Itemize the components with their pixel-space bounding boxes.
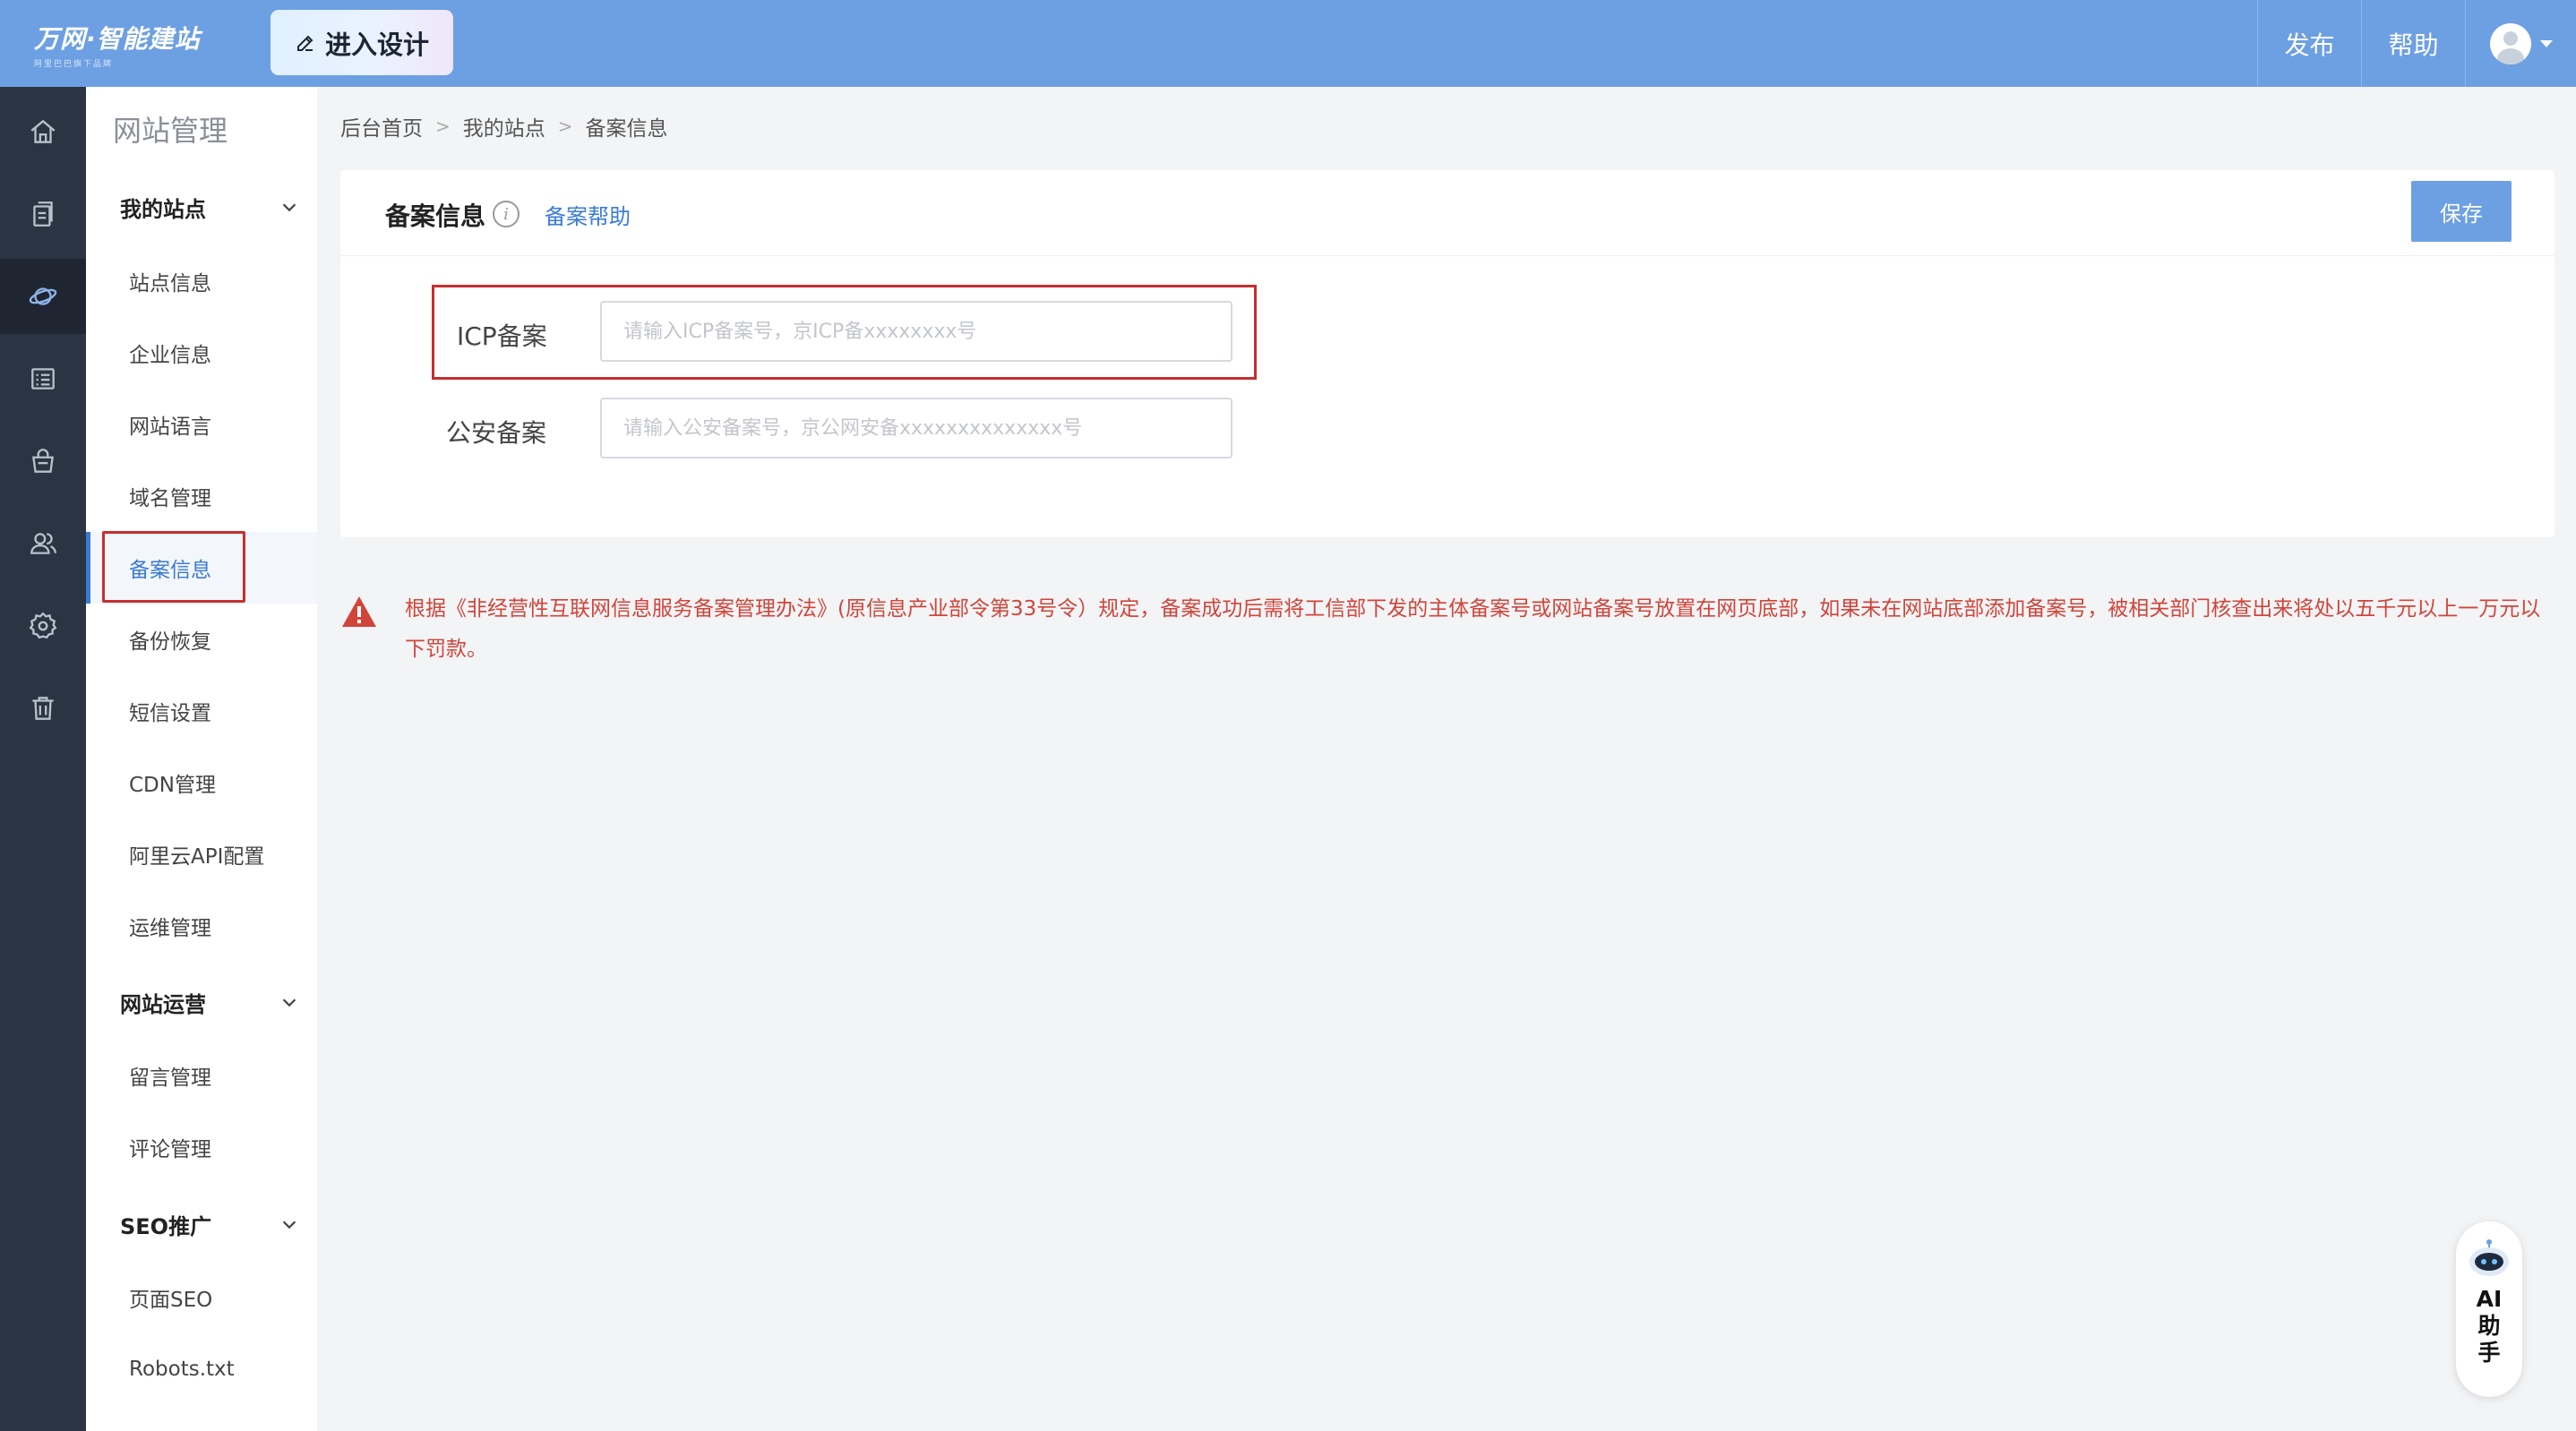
ai-assistant-label: AI 助 手 <box>2477 1286 2503 1367</box>
sidebar-item-domain[interactable]: 域名管理 <box>86 460 317 532</box>
top-bar: 万网·智能建站 阿里巴巴旗下品牌 进入设计 发布 帮助 <box>0 0 2576 87</box>
sidebar-item-aliyun-api[interactable]: 阿里云API配置 <box>86 818 317 890</box>
help-button[interactable]: 帮助 <box>2361 0 2465 87</box>
sidebar-item-label: CDN管理 <box>129 774 216 797</box>
chevron-right-icon: > <box>557 116 573 137</box>
enter-design-button[interactable]: 进入设计 <box>270 10 453 75</box>
sidebar-group-operations[interactable]: 网站运营 <box>120 982 299 1022</box>
sidebar-item-label: 页面SEO <box>129 1289 213 1312</box>
users-icon <box>30 533 56 554</box>
sidebar-item-label: 留言管理 <box>129 1067 211 1090</box>
breadcrumb-current: 备案信息 <box>585 117 668 141</box>
chevron-right-icon: > <box>435 116 451 137</box>
rail-shop[interactable] <box>0 424 86 499</box>
notice-text: 根据《非经营性互联网信息服务备案管理办法》(原信息产业部令第33号令）规定，备案… <box>405 597 2541 661</box>
sidebar-item-sms[interactable]: 短信设置 <box>86 675 317 747</box>
logo[interactable]: 万网·智能建站 阿里巴巴旗下品牌 <box>34 20 201 69</box>
gear-icon <box>29 612 57 639</box>
logo-subtext: 阿里巴巴旗下品牌 <box>34 60 114 69</box>
user-menu[interactable] <box>2465 0 2576 87</box>
chevron-down-icon <box>282 203 296 212</box>
breadcrumb-my-site[interactable]: 我的站点 <box>463 111 545 141</box>
breadcrumb-home[interactable]: 后台首页 <box>340 111 423 141</box>
pencil-icon <box>296 35 313 51</box>
pages-icon <box>33 201 53 227</box>
sidebar-item-robots[interactable]: Robots.txt <box>86 1333 317 1405</box>
warning-icon <box>342 596 376 627</box>
rail-home[interactable] <box>0 94 86 169</box>
rail-site[interactable] <box>0 259 86 334</box>
sidebar-group-label: SEO推广 <box>120 1213 212 1239</box>
ai-label-line: 手 <box>2477 1340 2501 1366</box>
info-icon[interactable]: i <box>493 201 519 227</box>
sidebar-title: 网站管理 <box>113 114 228 148</box>
sidebar-group-label: 我的站点 <box>120 196 206 222</box>
police-record-input[interactable] <box>600 398 1232 458</box>
chevron-down-icon <box>282 998 296 1007</box>
home-icon <box>30 119 56 143</box>
caret-down-icon <box>2539 39 2553 47</box>
sidebar-item-backup[interactable]: 备份恢复 <box>86 604 317 675</box>
sidebar-item-messages[interactable]: 留言管理 <box>86 1040 317 1111</box>
sidebar-item-cdn[interactable]: CDN管理 <box>86 747 317 818</box>
record-help-link[interactable]: 备案帮助 <box>545 199 631 230</box>
card-title: 备案信息 <box>385 201 486 231</box>
sidebar-item-label: 备案信息 <box>129 559 211 582</box>
rail-settings[interactable] <box>0 588 86 664</box>
publish-button[interactable]: 发布 <box>2257 0 2361 87</box>
icp-record-card: 备案信息 i 备案帮助 保存 ICP备案 公安备案 <box>340 170 2555 537</box>
sidebar: 网站管理 我的站点 站点信息 企业信息 网站语言 域名管理 备案信息 备份恢复 … <box>86 87 317 1431</box>
sidebar-group-seo[interactable]: SEO推广 <box>120 1204 299 1244</box>
icon-rail <box>0 87 86 1431</box>
rail-pages[interactable] <box>0 176 86 252</box>
sidebar-group-my-site[interactable]: 我的站点 <box>120 187 299 227</box>
ai-assistant-button[interactable]: AI 助 手 <box>2456 1221 2522 1397</box>
sidebar-item-comments[interactable]: 评论管理 <box>86 1111 317 1183</box>
rail-trash[interactable] <box>0 671 86 746</box>
avatar <box>2489 22 2531 64</box>
sidebar-item-label: 评论管理 <box>129 1138 211 1161</box>
trash-icon <box>32 697 54 720</box>
top-right-actions: 发布 帮助 <box>2257 0 2576 87</box>
sidebar-item-icp-record[interactable]: 备案信息 <box>86 532 317 604</box>
save-button[interactable]: 保存 <box>2411 181 2512 242</box>
sidebar-item-label: 阿里云API配置 <box>129 845 265 869</box>
card-header: 备案信息 i 备案帮助 保存 <box>340 170 2555 256</box>
list-icon <box>31 368 55 390</box>
rail-users[interactable] <box>0 506 86 581</box>
sidebar-item-label: Robots.txt <box>129 1358 235 1381</box>
sidebar-item-company-info[interactable]: 企业信息 <box>86 317 317 389</box>
sidebar-item-label: 站点信息 <box>129 272 211 296</box>
rail-list[interactable] <box>0 341 86 416</box>
legal-notice: 根据《非经营性互联网信息服务备案管理办法》(原信息产业部令第33号令）规定，备案… <box>340 595 2555 670</box>
robot-icon <box>2469 1239 2509 1276</box>
logo-text: 万网·智能建站 <box>34 24 201 54</box>
sidebar-item-label: 备份恢复 <box>129 630 211 654</box>
planet-icon <box>29 287 57 305</box>
ai-label-line: 助 <box>2477 1313 2501 1339</box>
icp-label: ICP备案 <box>457 321 547 351</box>
chevron-down-icon <box>282 1221 296 1230</box>
shop-bag-icon <box>32 449 54 473</box>
enter-design-label: 进入设计 <box>324 29 429 60</box>
sidebar-item-label: 网站语言 <box>129 416 211 439</box>
sidebar-item-label: 域名管理 <box>129 487 211 510</box>
sidebar-item-site-info[interactable]: 站点信息 <box>86 245 317 317</box>
ai-label-line: AI <box>2476 1286 2503 1312</box>
sidebar-item-label: 运维管理 <box>129 917 211 940</box>
police-record-label: 公安备案 <box>446 418 547 448</box>
sidebar-item-page-seo[interactable]: 页面SEO <box>86 1262 317 1333</box>
sidebar-item-ops[interactable]: 运维管理 <box>86 890 317 962</box>
sidebar-item-label: 企业信息 <box>129 344 211 367</box>
sidebar-item-site-language[interactable]: 网站语言 <box>86 389 317 460</box>
sidebar-item-label: 短信设置 <box>129 702 211 725</box>
icp-input[interactable] <box>600 301 1232 362</box>
sidebar-group-label: 网站运营 <box>120 991 206 1017</box>
breadcrumb: 后台首页 > 我的站点 > 备案信息 <box>340 111 668 141</box>
